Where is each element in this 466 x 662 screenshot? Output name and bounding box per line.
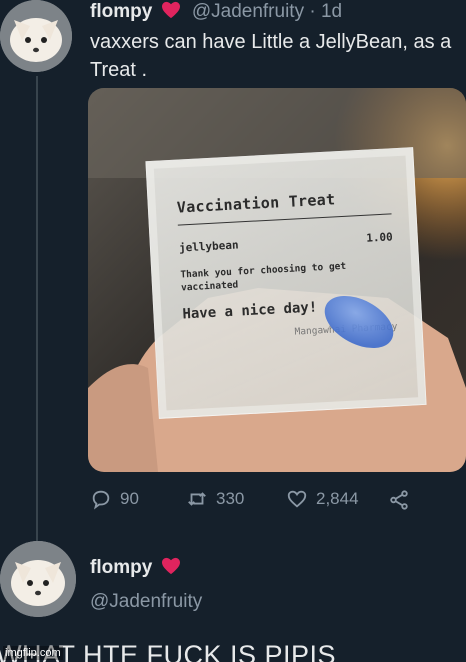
watermark: imgflip.com (3, 646, 63, 660)
like-icon (287, 490, 307, 508)
reply-icon (92, 490, 110, 510)
tweet-text: vaxxers can have Little a JellyBean, as … (90, 31, 452, 81)
separator: · (309, 1, 316, 22)
display-name[interactable]: flompy (90, 1, 152, 22)
retweet-icon (188, 492, 206, 506)
timestamp[interactable]: 1d (321, 1, 342, 22)
packet-thanks: Thank you for choosing to get vaccinated (180, 260, 347, 294)
reply-button[interactable]: 90 (90, 488, 139, 510)
tweet-photo[interactable]: Vaccination Treat jellybean 1.00 Thank y… (88, 88, 466, 472)
retweet-button[interactable]: 330 (186, 488, 244, 510)
like-button[interactable]: 2,844 (286, 488, 359, 510)
heart-icon (161, 557, 180, 575)
thread-line (36, 76, 38, 542)
tweet-header: flompy @Jadenfruity · 1d (90, 1, 342, 23)
reply-handle[interactable]: @Jadenfruity (90, 591, 202, 613)
tweet-actions: 90 330 2,844 (90, 488, 420, 512)
reply-count: 90 (120, 489, 139, 508)
packet-item-qty: 1.00 (365, 230, 394, 245)
packet-item-row: jellybean 1.00 (179, 230, 393, 254)
reply-header: flompy (90, 557, 187, 579)
heart-icon (161, 1, 180, 19)
handle[interactable]: @Jadenfruity (192, 1, 304, 22)
like-count: 2,844 (316, 489, 359, 508)
vaccination-treat-packet: Vaccination Treat jellybean 1.00 Thank y… (145, 147, 427, 419)
packet-title: Vaccination Treat (176, 187, 392, 226)
reply-avatar[interactable] (0, 541, 76, 617)
reply-display-name[interactable]: flompy (90, 557, 152, 578)
retweet-count: 330 (216, 489, 245, 508)
share-icon[interactable] (388, 489, 410, 511)
avatar[interactable] (0, 0, 72, 72)
packet-item-name: jellybean (178, 238, 239, 255)
